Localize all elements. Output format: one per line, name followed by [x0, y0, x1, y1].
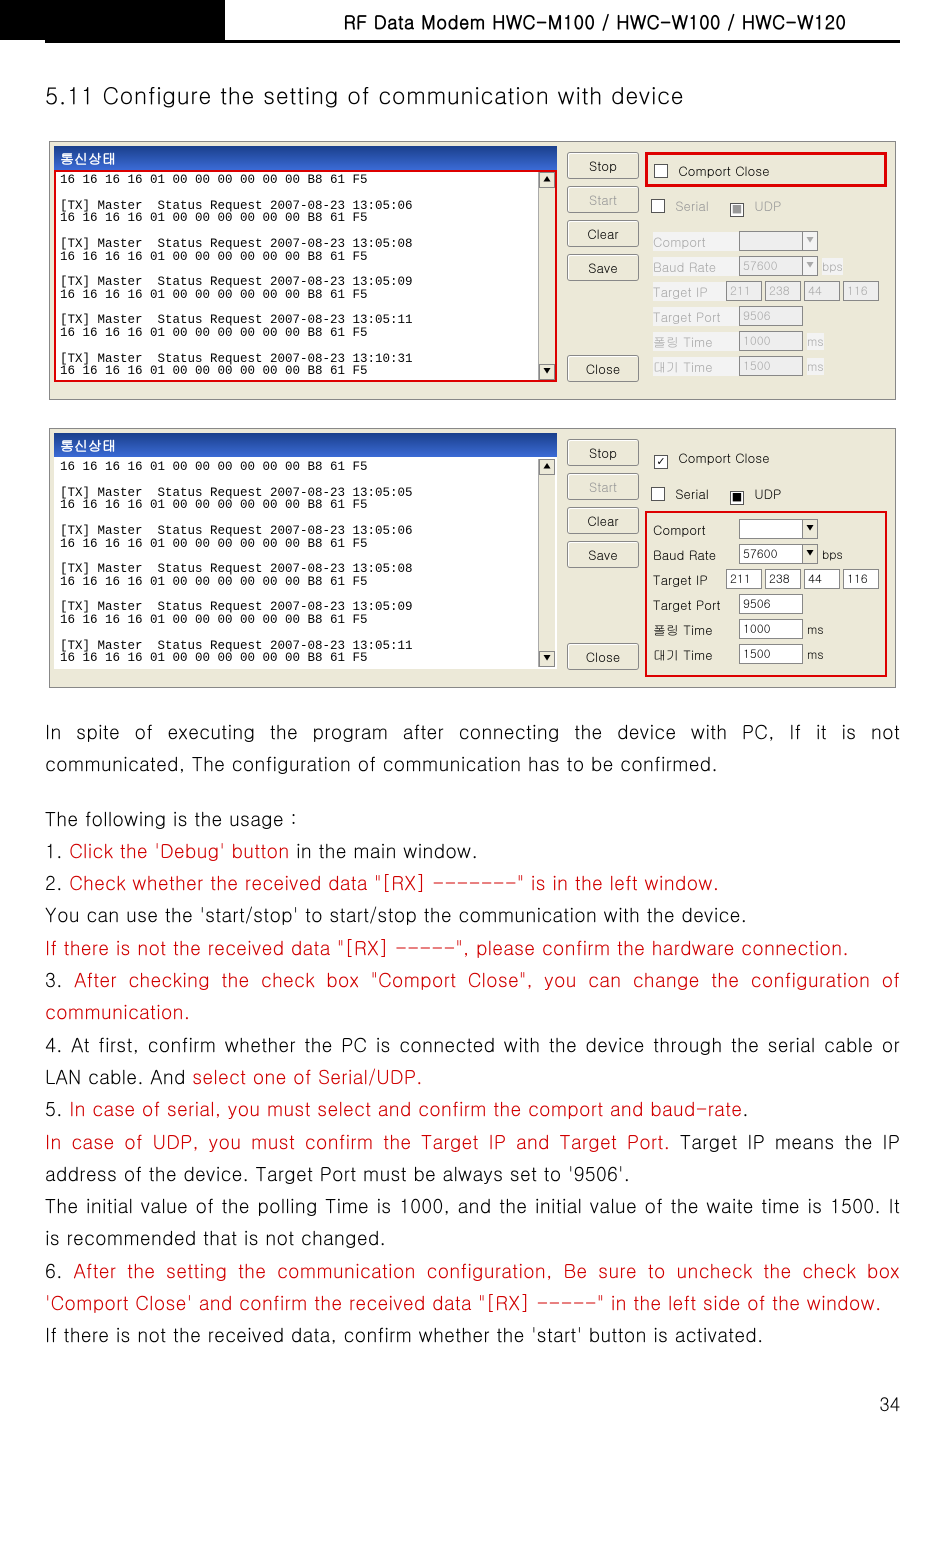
para-6: If there is not the received data "[RX] …: [45, 932, 900, 964]
comport-label: Comport: [653, 232, 739, 251]
comport-close-label: Comport Close: [678, 161, 769, 180]
para-2: The following is the usage :: [45, 803, 900, 835]
ip-4[interactable]: 116: [843, 281, 879, 301]
ip-3[interactable]: 44: [804, 569, 840, 589]
poll-field[interactable]: 1000: [739, 331, 803, 351]
scroll-down-icon[interactable]: ▼: [539, 364, 555, 380]
comport-close-checkbox[interactable]: [654, 164, 668, 178]
udp-label: UDP: [754, 196, 781, 215]
scroll-down-icon[interactable]: ▼: [539, 651, 555, 667]
para-4: 2. Check whether the received data "[RX]…: [45, 867, 900, 899]
poll-time-label: 폴링 Time: [653, 620, 739, 639]
para-8: 4. At first, confirm whether the PC is c…: [45, 1029, 900, 1094]
para-9: 5. In case of serial, you must select an…: [45, 1093, 900, 1125]
para-1: In spite of executing the program after …: [45, 716, 900, 781]
ms-unit: ms: [807, 358, 824, 375]
scroll-up-icon[interactable]: ▲: [539, 459, 555, 475]
scrollbar[interactable]: ▲ ▼: [538, 459, 555, 667]
udp-checkbox[interactable]: ■: [730, 203, 744, 217]
bps-unit: bps: [822, 258, 843, 275]
clear-button[interactable]: Clear: [567, 220, 639, 247]
start-button[interactable]: Start: [567, 473, 639, 500]
port-field[interactable]: 9506: [739, 594, 803, 614]
para-10: In case of UDP, you must confirm the Tar…: [45, 1126, 900, 1191]
para-12: 6. After the setting the communication c…: [45, 1255, 900, 1320]
port-field[interactable]: 9506: [739, 306, 803, 326]
page-header: RF Data Modem HWC-M100 / HWC-W100 / HWC-…: [45, 0, 900, 43]
screenshot-2: 통신상태 16 16 16 16 01 00 00 00 00 00 00 B8…: [49, 428, 896, 688]
screenshot-1: 통신상태 16 16 16 16 01 00 00 00 00 00 00 B8…: [49, 141, 896, 400]
chevron-down-icon[interactable]: ▼: [803, 519, 818, 539]
stop-button[interactable]: Stop: [567, 439, 639, 466]
save-button[interactable]: Save: [567, 541, 639, 568]
poll-time-label: 폴링 Time: [653, 332, 739, 351]
log-output: 16 16 16 16 01 00 00 00 00 00 00 B8 61 F…: [56, 459, 538, 667]
comport-field[interactable]: [739, 231, 803, 251]
udp-label: UDP: [754, 484, 781, 503]
ip-2[interactable]: 238: [765, 281, 801, 301]
close-button[interactable]: Close: [567, 643, 639, 670]
comport-close-label: Comport Close: [678, 448, 769, 467]
para-13: If there is not the received data, confi…: [45, 1319, 900, 1351]
poll-field[interactable]: 1000: [739, 619, 803, 639]
start-button[interactable]: Start: [567, 186, 639, 213]
comport-close-row: Comport Close: [645, 439, 887, 475]
ms-unit: ms: [807, 621, 824, 638]
ip-1[interactable]: 211: [726, 569, 762, 589]
para-3: 1. Click the 'Debug' button in the main …: [45, 835, 900, 867]
save-button[interactable]: Save: [567, 254, 639, 281]
ms-unit: ms: [807, 646, 824, 663]
para-11: The initial value of the polling Time is…: [45, 1190, 900, 1255]
body-text: In spite of executing the program after …: [45, 716, 900, 1352]
wait-time-label: 대기 Time: [653, 645, 739, 664]
header-black-block: [0, 0, 225, 40]
log-titlebar: 통신상태: [54, 146, 557, 170]
stop-button[interactable]: Stop: [567, 152, 639, 179]
ip-4[interactable]: 116: [843, 569, 879, 589]
target-ip-label: Target IP: [653, 282, 726, 301]
baud-field[interactable]: 57600: [739, 256, 803, 276]
ms-unit: ms: [807, 333, 824, 350]
log-titlebar: 통신상태: [54, 433, 557, 457]
wait-time-label: 대기 Time: [653, 357, 739, 376]
comport-close-checkbox[interactable]: [654, 455, 668, 469]
page-number: 34: [45, 1392, 900, 1417]
target-port-label: Target Port: [653, 595, 739, 614]
baud-label: Baud Rate: [653, 257, 739, 276]
target-ip-label: Target IP: [653, 570, 726, 589]
log-output: 16 16 16 16 01 00 00 00 00 00 00 B8 61 F…: [56, 172, 538, 380]
wait-field[interactable]: 1500: [739, 356, 803, 376]
close-button[interactable]: Close: [567, 355, 639, 382]
scroll-up-icon[interactable]: ▲: [539, 172, 555, 188]
baud-field[interactable]: 57600: [739, 544, 803, 564]
ip-3[interactable]: 44: [804, 281, 840, 301]
ip-1[interactable]: 211: [726, 281, 762, 301]
scrollbar[interactable]: ▲ ▼: [538, 172, 555, 380]
comport-close-row: Comport Close: [645, 152, 887, 187]
comport-label: Comport: [653, 520, 739, 539]
chevron-down-icon[interactable]: ▼: [803, 544, 818, 564]
chevron-down-icon[interactable]: ▼: [803, 231, 818, 251]
serial-checkbox[interactable]: [651, 199, 665, 213]
target-port-label: Target Port: [653, 307, 739, 326]
udp-checkbox[interactable]: ■: [730, 491, 744, 505]
wait-field[interactable]: 1500: [739, 644, 803, 664]
chevron-down-icon[interactable]: ▼: [803, 256, 818, 276]
para-7: 3. After checking the check box "Comport…: [45, 964, 900, 1029]
section-title: 5.11 Configure the setting of communicat…: [45, 79, 900, 111]
serial-label: Serial: [675, 484, 708, 503]
header-title: RF Data Modem HWC-M100 / HWC-W100 / HWC-…: [245, 10, 945, 35]
comport-field[interactable]: [739, 519, 803, 539]
serial-checkbox[interactable]: [651, 487, 665, 501]
para-5: You can use the 'start/stop' to start/st…: [45, 899, 900, 931]
baud-label: Baud Rate: [653, 545, 739, 564]
ip-2[interactable]: 238: [765, 569, 801, 589]
serial-label: Serial: [675, 196, 708, 215]
clear-button[interactable]: Clear: [567, 507, 639, 534]
bps-unit: bps: [822, 546, 843, 563]
